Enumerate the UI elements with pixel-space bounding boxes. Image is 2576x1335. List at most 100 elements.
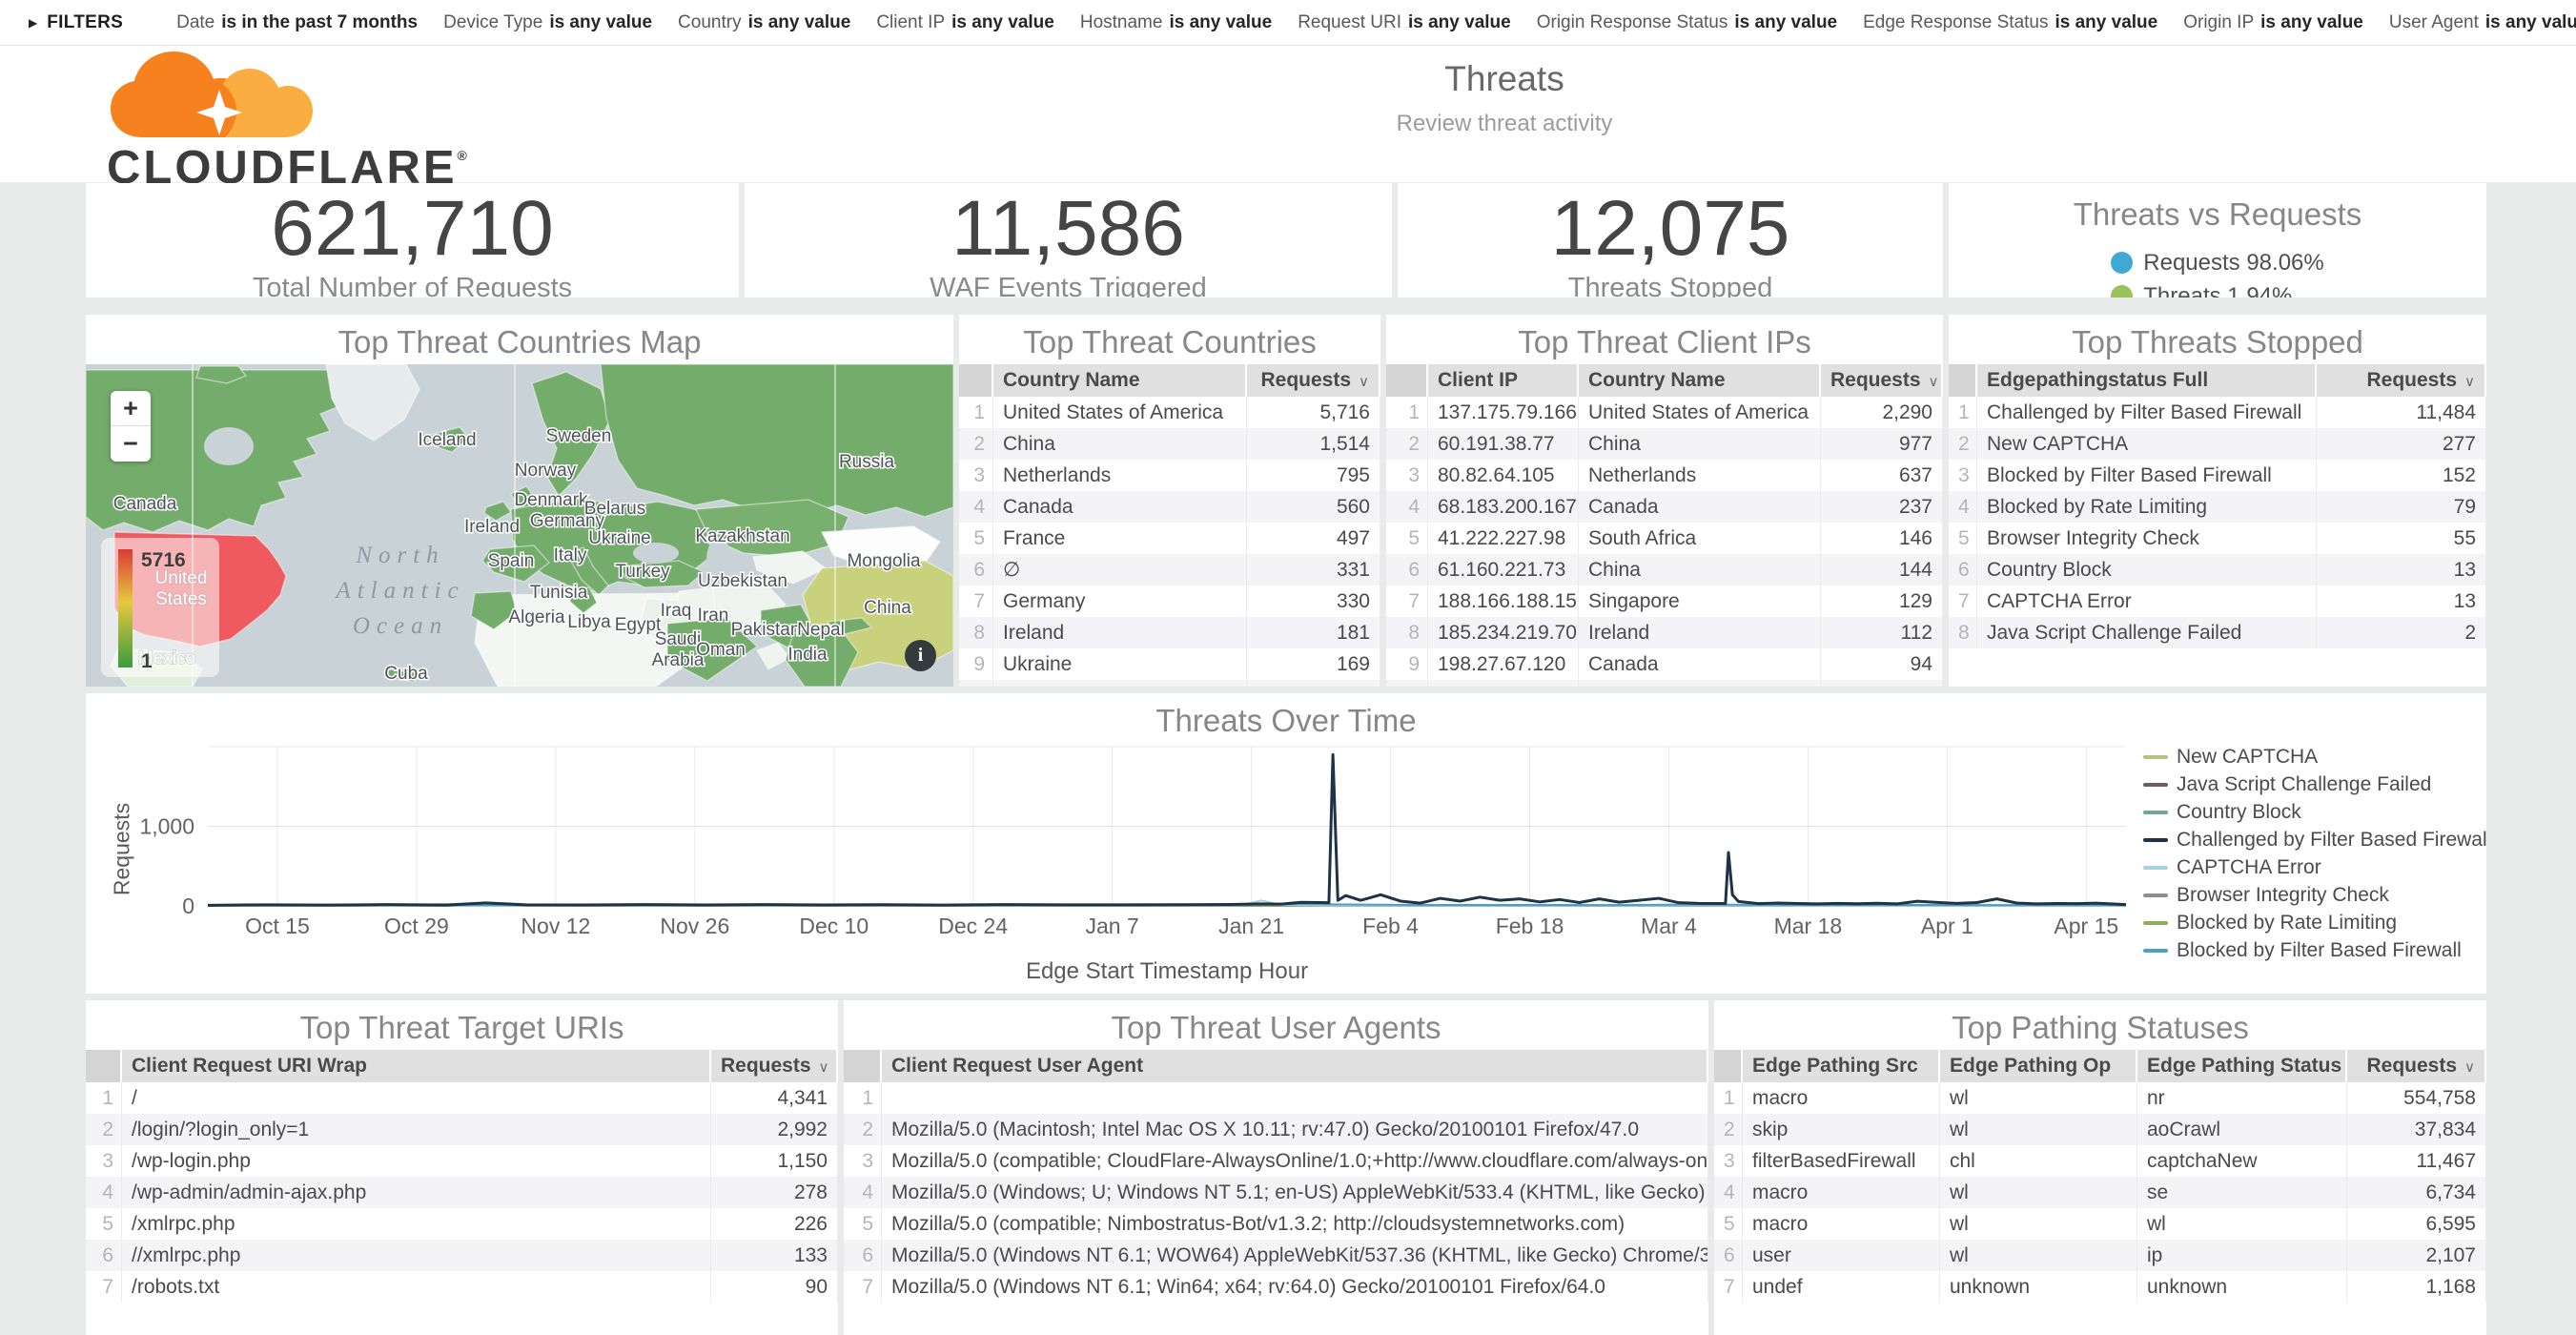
table-row[interactable]: 7/robots.txt90 <box>86 1271 838 1303</box>
table-row[interactable]: 9198.27.67.120Canada94 <box>1386 648 1943 680</box>
map-card: Top Threat Countries Map <box>86 315 953 687</box>
table-row[interactable]: 3Blocked by Filter Based Firewall152 <box>1949 460 2486 491</box>
column-header-client-ip[interactable]: Client IP <box>1428 364 1579 397</box>
filter-item-user-agent[interactable]: User Agentis any value <box>2389 12 2576 33</box>
table-row[interactable]: 3filterBasedFirewallchlcaptchaNew11,467 <box>1714 1145 2486 1177</box>
table-row[interactable]: 1137.175.79.166United States of America2… <box>1386 397 1943 428</box>
table-row[interactable]: 8185.234.219.70Ireland112 <box>1386 617 1943 648</box>
table-row[interactable]: 5macrowlwl6,595 <box>1714 1208 2486 1240</box>
table-row[interactable]: 4Canada560 <box>959 491 1380 523</box>
column-header-country-name[interactable]: Country Name <box>993 364 1247 397</box>
column-header-requests[interactable]: Requests∨ <box>711 1050 838 1082</box>
table-row[interactable]: 2skipwlaoCrawl37,834 <box>1714 1114 2486 1145</box>
filter-field: Hostname <box>1080 12 1163 32</box>
zoom-in-button[interactable]: + <box>111 391 151 426</box>
table-row[interactable]: 8Java Script Challenge Failed2 <box>1949 617 2486 648</box>
table-row[interactable]: 1Challenged by Filter Based Firewall11,4… <box>1949 397 2486 428</box>
column-header-edge-pathing-op[interactable]: Edge Pathing Op <box>1940 1050 2137 1082</box>
filter-item-date[interactable]: Dateis in the past 7 months <box>176 12 418 33</box>
filter-item-client-ip[interactable]: Client IPis any value <box>876 12 1054 33</box>
table-row[interactable]: 1 <box>844 1082 1708 1114</box>
chart-legend-item-blocked-by-rate-limiting[interactable]: Blocked by Rate Limiting <box>2143 909 2486 936</box>
table-row[interactable]: 541.222.227.98South Africa146 <box>1386 523 1943 554</box>
legend-item-threats-1-94[interactable]: Threats 1.94% <box>2111 279 2323 298</box>
chart-legend-item-new-captcha[interactable]: New CAPTCHA <box>2143 743 2486 770</box>
table-row[interactable]: 8Ireland181 <box>959 617 1380 648</box>
table-row[interactable]: 4Blocked by Rate Limiting79 <box>1949 491 2486 523</box>
filter-item-country[interactable]: Countryis any value <box>678 12 850 33</box>
table-row[interactable]: 4macrowlse6,734 <box>1714 1177 2486 1208</box>
column-header-requests[interactable]: Requests∨ <box>1247 364 1380 397</box>
map-info-button[interactable]: i <box>905 640 936 671</box>
table-row[interactable]: 6//xmlrpc.php133 <box>86 1240 838 1271</box>
column-header-edge-pathing-status[interactable]: Edge Pathing Status <box>2137 1050 2347 1082</box>
world-map[interactable]: NorthAtlanticOcean CanadaUnitedStatesMex… <box>86 364 953 687</box>
table-row[interactable]: 7CAPTCHA Error13 <box>1949 585 2486 617</box>
table-row[interactable]: 3Mozilla/5.0 (compatible; CloudFlare-Alw… <box>844 1145 1708 1177</box>
table-row[interactable]: 661.160.221.73China144 <box>1386 554 1943 585</box>
table-row[interactable]: 2/login/?login_only=12,992 <box>86 1114 838 1145</box>
table-row[interactable]: 2Mozilla/5.0 (Macintosh; Intel Mac OS X … <box>844 1114 1708 1145</box>
table-row[interactable]: 9Ukraine169 <box>959 648 1380 680</box>
column-header-edge-pathing-src[interactable]: Edge Pathing Src <box>1743 1050 1940 1082</box>
table-row[interactable]: 3/wp-login.php1,150 <box>86 1145 838 1177</box>
column-header-requests[interactable]: Requests∨ <box>2317 364 2486 397</box>
legend-item-requests-98-06[interactable]: Requests 98.06% <box>2111 246 2323 279</box>
column-header-client-request-user-agent[interactable]: Client Request User Agent <box>882 1050 1708 1082</box>
table-row[interactable]: 1/4,341 <box>86 1082 838 1114</box>
table-cell: 129 <box>1821 585 1943 617</box>
table-row[interactable]: 6userwlip2,107 <box>1714 1240 2486 1271</box>
table-row[interactable]: 7188.166.188.152Singapore129 <box>1386 585 1943 617</box>
table-row[interactable]: 1United States of America5,716 <box>959 397 1380 428</box>
stat-value[interactable]: 11,586 <box>745 185 1392 273</box>
filters-toggle[interactable]: ▶ FILTERS <box>29 12 123 33</box>
column-header-requests[interactable]: Requests∨ <box>1821 364 1943 397</box>
table-row[interactable]: 2New CAPTCHA277 <box>1949 428 2486 460</box>
column-header-client-request-uri-wrap[interactable]: Client Request URI Wrap <box>122 1050 711 1082</box>
filter-item-origin-response-status[interactable]: Origin Response Statusis any value <box>1537 12 1837 33</box>
column-header-requests[interactable]: Requests∨ <box>2347 1050 2486 1082</box>
filter-item-request-uri[interactable]: Request URIis any value <box>1298 12 1511 33</box>
table-row[interactable]: 380.82.64.105Netherlands637 <box>1386 460 1943 491</box>
table-row[interactable]: 7undefunknownunknown1,168 <box>1714 1271 2486 1303</box>
table-row[interactable]: 6Mozilla/5.0 (Windows NT 6.1; WOW64) App… <box>844 1240 1708 1271</box>
table-row[interactable]: 1macrowlnr554,758 <box>1714 1082 2486 1114</box>
table-row[interactable]: 6∅331 <box>959 554 1380 585</box>
series-name: CAPTCHA Error <box>2177 856 2321 879</box>
table-cell: 181 <box>1247 617 1380 648</box>
filter-item-device-type[interactable]: Device Typeis any value <box>443 12 652 33</box>
y-tick-label: 1,000 <box>139 814 194 839</box>
table-row[interactable]: 4Mozilla/5.0 (Windows; U; Windows NT 5.1… <box>844 1177 1708 1208</box>
chart-legend-item-blocked-by-filter-based-firewall[interactable]: Blocked by Filter Based Firewall <box>2143 936 2486 964</box>
table-row[interactable]: 7Mozilla/5.0 (Windows NT 6.1; Win64; x64… <box>844 1271 1708 1303</box>
zoom-out-button[interactable]: − <box>111 426 151 462</box>
threats-over-time-chart[interactable]: Oct 15Oct 29Nov 12Nov 26Dec 10Dec 24Jan … <box>86 735 2486 955</box>
table-row[interactable]: 468.183.200.167Canada237 <box>1386 491 1943 523</box>
table-row[interactable]: 5/xmlrpc.php226 <box>86 1208 838 1240</box>
chart-legend-item-challenged-by-filter-based-firewall[interactable]: Challenged by Filter Based Firewall <box>2143 826 2486 853</box>
table-row[interactable]: 5France497 <box>959 523 1380 554</box>
chart-legend-item-browser-integrity-check[interactable]: Browser Integrity Check <box>2143 881 2486 909</box>
column-header-edgepathingstatus-full[interactable]: Edgepathingstatus Full <box>1977 364 2317 397</box>
table-row[interactable]: 10Singapore158 <box>959 680 1380 687</box>
filter-item-origin-ip[interactable]: Origin IPis any value <box>2183 12 2363 33</box>
table-cell: 41.222.227.98 <box>1428 523 1579 554</box>
table-row[interactable]: 6Country Block13 <box>1949 554 2486 585</box>
table-row[interactable]: 260.191.38.77China977 <box>1386 428 1943 460</box>
table-row[interactable]: 2China1,514 <box>959 428 1380 460</box>
table-row[interactable]: 3Netherlands795 <box>959 460 1380 491</box>
filter-item-hostname[interactable]: Hostnameis any value <box>1080 12 1272 33</box>
table-row[interactable]: 7Germany330 <box>959 585 1380 617</box>
table-row[interactable]: 5Mozilla/5.0 (compatible; Nimbostratus-B… <box>844 1208 1708 1240</box>
filter-item-edge-response-status[interactable]: Edge Response Statusis any value <box>1863 12 2157 33</box>
chart-legend-item-country-block[interactable]: Country Block <box>2143 798 2486 826</box>
chart-legend-item-captcha-error[interactable]: CAPTCHA Error <box>2143 853 2486 881</box>
series-color-icon <box>2143 949 2168 953</box>
stat-value[interactable]: 12,075 <box>1398 185 1943 273</box>
stat-value[interactable]: 621,710 <box>86 185 739 273</box>
chart-legend-item-java-script-challenge-failed[interactable]: Java Script Challenge Failed <box>2143 770 2486 798</box>
table-row[interactable]: 5Browser Integrity Check55 <box>1949 523 2486 554</box>
table-row[interactable]: 1061.160.247.127China88 <box>1386 680 1943 687</box>
column-header-country-name[interactable]: Country Name <box>1579 364 1821 397</box>
table-row[interactable]: 4/wp-admin/admin-ajax.php278 <box>86 1177 838 1208</box>
